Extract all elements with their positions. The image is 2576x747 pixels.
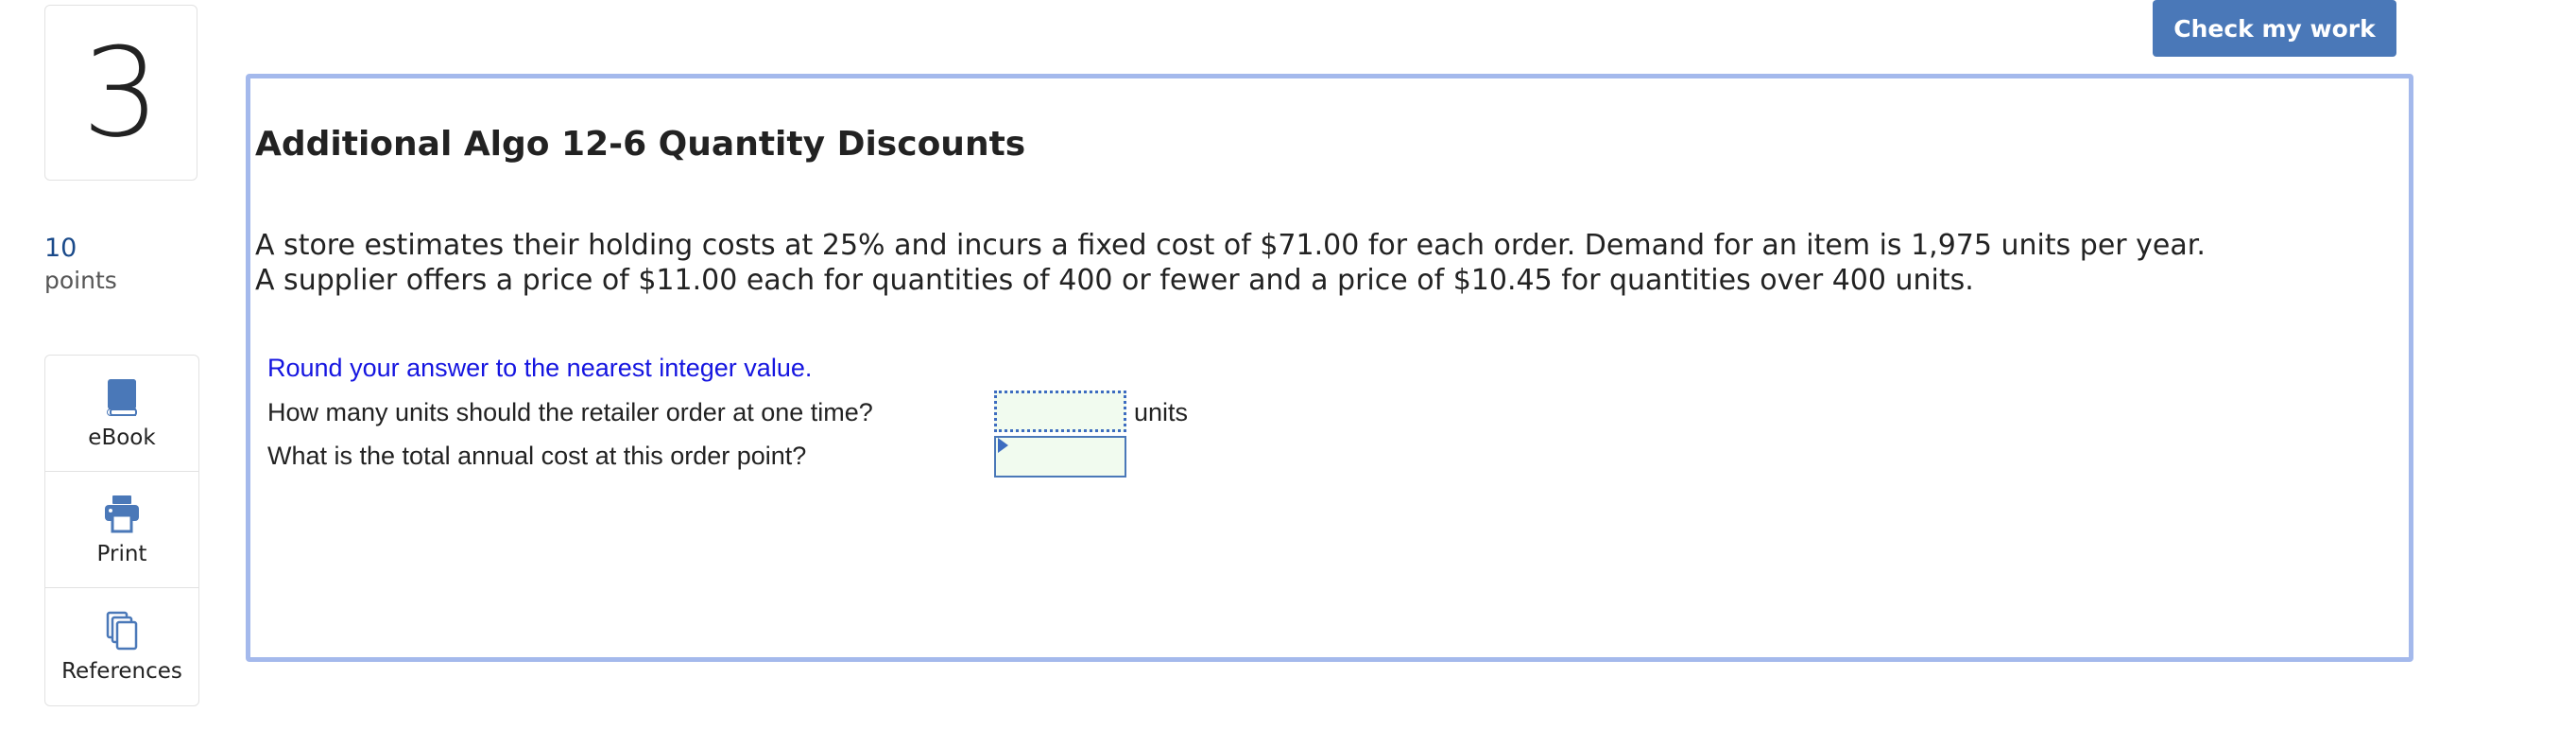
points-value: 10 [44,234,77,263]
points-label: points [44,267,117,294]
printer-icon [105,495,139,533]
question-title: Additional Algo 12-6 Quantity Discounts [255,125,1026,164]
question-text: A store estimates their holding costs at… [255,228,2206,298]
ebook-button[interactable]: eBook [45,356,198,472]
total-cost-label: What is the total annual cost at this or… [267,442,807,470]
rounding-instruction: Round your answer to the nearest integer… [267,354,813,382]
ebook-label: eBook [88,426,156,450]
tools-panel: eBook Print References [44,355,199,706]
order-quantity-label: How many units should the retailer order… [267,398,873,426]
check-my-work-button[interactable]: Check my work [2153,0,2396,57]
order-quantity-input[interactable] [994,391,1126,432]
units-label: units [1134,398,1189,426]
focus-marker-icon [998,438,1008,453]
print-button[interactable]: Print [45,472,198,588]
question-text-line: A store estimates their holding costs at… [255,229,2206,262]
points-info: 10 points [44,232,117,296]
copy-icon [106,611,138,650]
book-icon [107,379,137,416]
question-text-line: A supplier offers a price of $11.00 each… [255,264,1974,297]
references-button[interactable]: References [45,588,198,704]
question-number: 3 [81,21,161,165]
question-number-card: 3 [44,5,197,181]
references-label: References [61,658,182,684]
total-cost-input[interactable] [994,436,1126,478]
print-label: Print [96,542,147,566]
